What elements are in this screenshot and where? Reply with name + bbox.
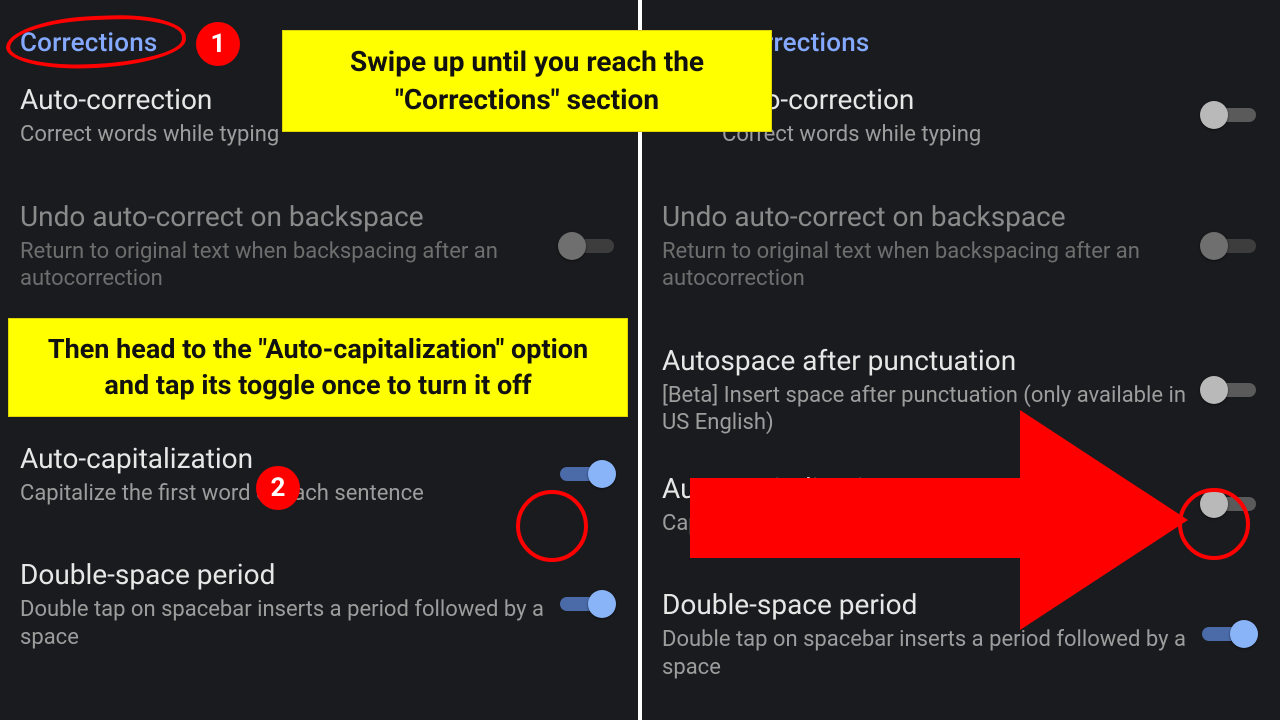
badge-label: 1 — [211, 29, 226, 59]
setting-title: Autospace after punctuation — [662, 343, 1188, 378]
setting-undo-autocorrect: Undo auto-correct on backspace Return to… — [662, 185, 1264, 307]
setting-subtitle: Return to original text when backspacing… — [662, 238, 1188, 293]
toggle-undo-autocorrect — [1202, 233, 1256, 259]
setting-title: Auto-correction — [722, 82, 1188, 117]
setting-subtitle: Return to original text when backspacing… — [20, 238, 546, 293]
setting-autospace-punctuation[interactable]: Autospace after punctuation [Beta] Inser… — [662, 329, 1264, 451]
annotation-badge-1: 1 — [196, 22, 240, 66]
toggle-auto-correction[interactable] — [1202, 102, 1256, 128]
setting-title: Undo auto-correct on backspace — [662, 199, 1188, 234]
toggle-auto-capitalization[interactable] — [560, 461, 614, 487]
setting-double-space-period[interactable]: Double-space period Double tap on spaceb… — [20, 543, 622, 665]
badge-label: 2 — [271, 473, 286, 503]
setting-subtitle: Double tap on spacebar inserts a period … — [20, 596, 546, 651]
annotation-callout-1: Swipe up until you reach the "Correction… — [282, 30, 772, 132]
setting-double-space-period[interactable]: Double-space period Double tap on spaceb… — [662, 573, 1264, 695]
toggle-undo-autocorrect — [560, 233, 614, 259]
annotation-circle-toggle-right — [1178, 488, 1250, 560]
setting-title: Double-space period — [20, 557, 546, 592]
annotation-callout-2: Then head to the "Auto-capitalization" o… — [8, 318, 628, 417]
setting-title: Auto-capitalization — [662, 471, 1188, 506]
setting-title: Double-space period — [662, 587, 1188, 622]
setting-subtitle: Double tap on spacebar inserts a period … — [662, 626, 1188, 681]
tutorial-composite: Corrections Auto-correction Correct word… — [0, 0, 1280, 720]
setting-auto-capitalization[interactable]: Auto-capitalization Capitalize the first… — [662, 457, 1264, 552]
toggle-autospace-punctuation[interactable] — [1202, 377, 1256, 403]
annotation-circle-toggle-left — [516, 490, 588, 562]
toggle-double-space-period[interactable] — [560, 591, 614, 617]
setting-subtitle: Correct words while typing — [722, 121, 1188, 149]
setting-title: Undo auto-correct on backspace — [20, 199, 546, 234]
annotation-badge-2: 2 — [256, 466, 300, 510]
setting-subtitle: [Beta] Insert space after punctuation (o… — [662, 382, 1188, 437]
setting-undo-autocorrect: Undo auto-correct on backspace Return to… — [20, 185, 622, 307]
setting-subtitle: Capitalize the first word of each senten… — [662, 510, 1188, 538]
toggle-double-space-period[interactable] — [1202, 621, 1256, 647]
